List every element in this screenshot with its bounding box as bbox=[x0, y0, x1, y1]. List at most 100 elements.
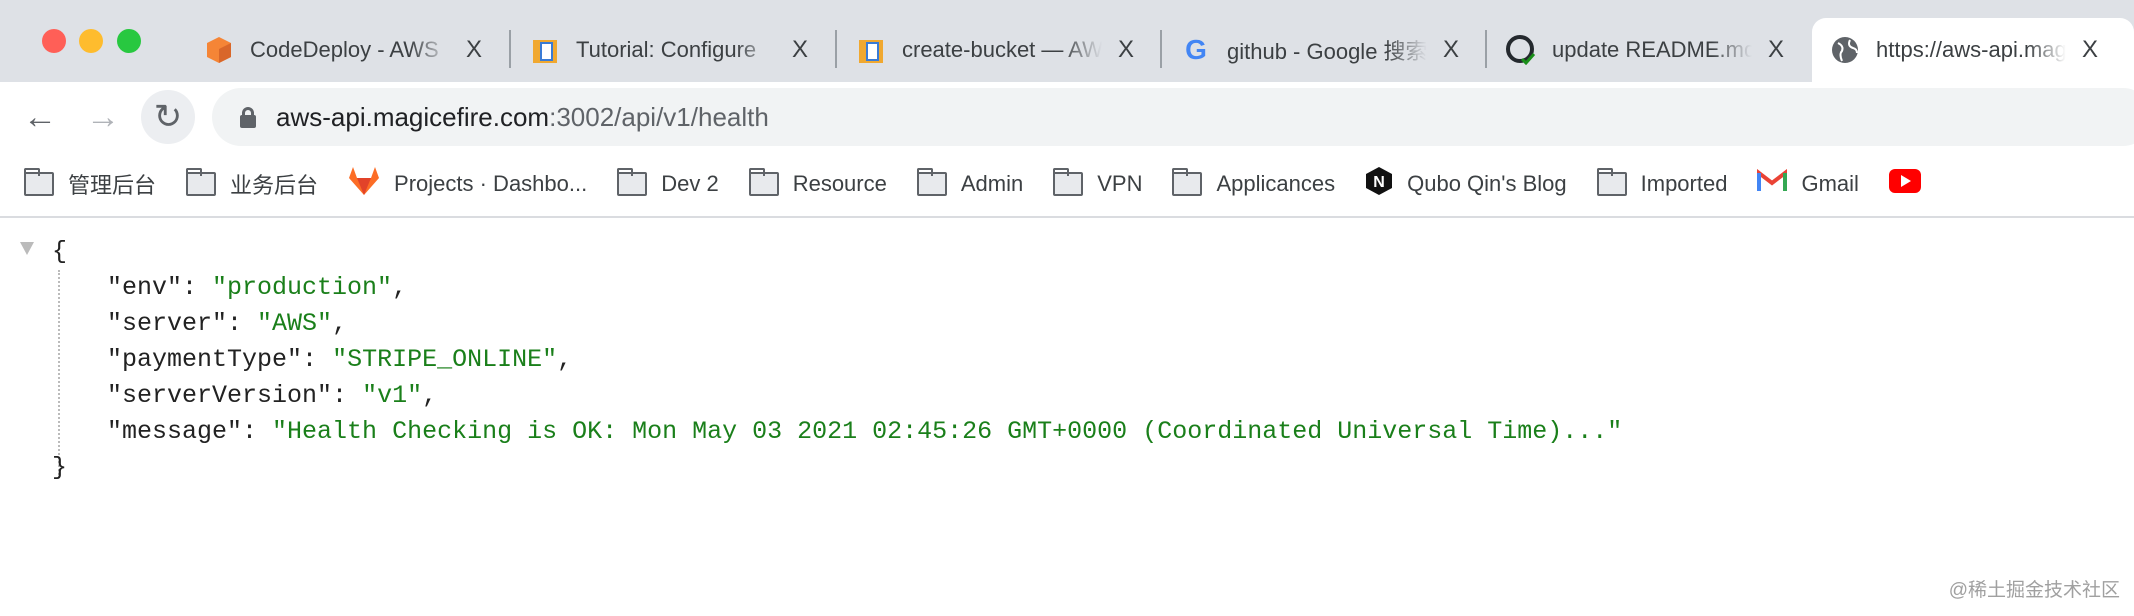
json-value: "Health Checking is OK: Mon May 03 2021 … bbox=[272, 417, 1623, 446]
tab-separator bbox=[1485, 30, 1487, 68]
json-key: "server" bbox=[107, 309, 228, 338]
tab-title: github - Google 搜索 bbox=[1227, 39, 1427, 64]
aws-docs-icon bbox=[530, 35, 560, 65]
indent-guide bbox=[58, 270, 60, 478]
json-key: "message" bbox=[107, 417, 243, 446]
json-comma: , bbox=[332, 309, 348, 338]
bookmark-gmail[interactable]: Gmail bbox=[1757, 168, 1859, 199]
address-bar[interactable]: aws-api.magicefire.com:3002/api/v1/healt… bbox=[212, 88, 2134, 146]
close-tab-button[interactable]: X bbox=[2078, 36, 2102, 64]
json-close-brace: } bbox=[52, 453, 68, 482]
url-host: aws-api.magicefire.com bbox=[276, 101, 550, 132]
bookmark-youtube[interactable] bbox=[1888, 169, 1921, 199]
json-colon: : bbox=[242, 417, 273, 446]
bookmark-label: Projects · Dashbo... bbox=[394, 171, 588, 196]
json-comma: , bbox=[557, 345, 573, 374]
close-tab-button[interactable]: X bbox=[1114, 36, 1138, 64]
bookmark-folder[interactable]: Resource bbox=[748, 168, 887, 197]
json-entry-serverversion: "serverVersion": "v1", bbox=[107, 378, 437, 414]
folder-icon bbox=[1053, 168, 1084, 196]
close-tab-button[interactable]: X bbox=[1439, 36, 1463, 64]
json-value: "AWS" bbox=[257, 309, 333, 338]
tab-create-bucket[interactable]: create-bucket — AWS X bbox=[838, 18, 1156, 82]
bookmark-folder[interactable]: Imported bbox=[1596, 168, 1728, 197]
bookmark-label: Dev 2 bbox=[661, 171, 719, 196]
tab-title: CodeDeploy - AWS bbox=[250, 37, 439, 62]
google-icon: G bbox=[1185, 34, 1207, 65]
svg-text:N: N bbox=[1373, 174, 1385, 191]
aws-codedeploy-icon bbox=[204, 35, 234, 65]
json-open-brace: { bbox=[52, 237, 68, 266]
json-colon: : bbox=[332, 381, 363, 410]
bookmark-folder[interactable]: Dev 2 bbox=[617, 168, 719, 197]
json-colon: : bbox=[182, 273, 213, 302]
bookmark-label: Resource bbox=[792, 171, 887, 196]
bookmark-folder[interactable]: 业务后台 bbox=[186, 168, 318, 200]
folder-icon bbox=[186, 168, 217, 196]
tab-google-search[interactable]: G github - Google 搜索 X bbox=[1163, 18, 1481, 82]
bookmark-folder[interactable]: VPN bbox=[1053, 168, 1142, 197]
close-window-button[interactable] bbox=[42, 29, 66, 53]
json-entry-message: "message": "Health Checking is OK: Mon M… bbox=[107, 414, 1622, 450]
folder-icon bbox=[748, 168, 779, 196]
json-comma: , bbox=[422, 381, 438, 410]
tab-active-health[interactable]: https://aws-api.magicefire.com X bbox=[1812, 18, 2134, 82]
lock-icon[interactable] bbox=[240, 107, 256, 128]
github-icon bbox=[1506, 35, 1536, 65]
gitlab-icon bbox=[348, 166, 380, 202]
folder-icon bbox=[1596, 168, 1627, 196]
tab-title: https://aws-api.magicefire.com bbox=[1876, 37, 2066, 62]
close-tab-button[interactable]: X bbox=[462, 36, 486, 64]
bookmark-label: 管理后台 bbox=[68, 173, 157, 198]
close-tab-button[interactable]: X bbox=[1764, 36, 1788, 64]
globe-icon bbox=[1830, 35, 1860, 65]
minimize-window-button[interactable] bbox=[79, 29, 103, 53]
notion-n-icon: N bbox=[1365, 166, 1393, 202]
tab-codedeploy[interactable]: CodeDeploy - AWS X bbox=[186, 18, 504, 82]
bookmark-label: Imported bbox=[1640, 171, 1728, 196]
json-entry-env: "env": "production", bbox=[107, 270, 407, 306]
bookmark-folder[interactable]: Applicances bbox=[1172, 168, 1336, 197]
json-entry-paymenttype: "paymentType": "STRIPE_ONLINE", bbox=[107, 342, 572, 378]
folder-icon bbox=[916, 168, 947, 196]
close-tab-button[interactable]: X bbox=[788, 36, 812, 64]
folder-icon bbox=[617, 168, 648, 196]
watermark: @稀土掘金技术社区 bbox=[1948, 580, 2120, 601]
forward-arrow-icon: → bbox=[86, 97, 120, 136]
reload-icon: ↻ bbox=[153, 98, 183, 136]
back-button[interactable]: ← bbox=[13, 90, 67, 144]
json-value: "v1" bbox=[362, 381, 423, 410]
bookmark-folder[interactable]: 管理后台 bbox=[24, 168, 156, 200]
tab-title: create-bucket — AWS bbox=[902, 37, 1102, 62]
json-key: "serverVersion" bbox=[107, 381, 333, 410]
tab-separator bbox=[1160, 30, 1162, 68]
reload-button[interactable]: ↻ bbox=[141, 90, 195, 144]
json-key: "paymentType" bbox=[107, 345, 303, 374]
tab-separator bbox=[835, 30, 837, 68]
bookmark-folder[interactable]: Admin bbox=[916, 168, 1024, 197]
tab-tutorial[interactable]: Tutorial: Configure X bbox=[512, 18, 830, 82]
collapse-toggle-icon[interactable] bbox=[20, 242, 34, 255]
json-comma: , bbox=[392, 273, 408, 302]
json-colon: : bbox=[227, 309, 258, 338]
bookmarks-bar: 管理后台 业务后台 Projects · Dashbo... Dev 2 Res… bbox=[0, 152, 2134, 218]
json-colon: : bbox=[302, 345, 333, 374]
tab-bar: CodeDeploy - AWS X Tutorial: Configure X… bbox=[0, 0, 2134, 82]
forward-button[interactable]: → bbox=[76, 90, 130, 144]
bookmark-label: Applicances bbox=[1216, 171, 1336, 196]
json-key: "env" bbox=[107, 273, 183, 302]
maximize-window-button[interactable] bbox=[117, 29, 141, 53]
bookmark-label: 业务后台 bbox=[230, 173, 319, 198]
url-path: :3002/api/v1/health bbox=[549, 101, 769, 132]
json-entry-server: "server": "AWS", bbox=[107, 306, 347, 342]
tab-title: update README.md bbox=[1552, 37, 1752, 62]
bookmark-label: Admin bbox=[960, 171, 1024, 196]
bookmark-blog[interactable]: N Qubo Qin's Blog bbox=[1365, 166, 1567, 202]
bookmark-label: Qubo Qin's Blog bbox=[1407, 171, 1567, 196]
folder-icon bbox=[24, 168, 54, 196]
youtube-icon bbox=[1888, 169, 1921, 199]
aws-docs-icon bbox=[856, 35, 886, 65]
bookmark-gitlab[interactable]: Projects · Dashbo... bbox=[348, 166, 587, 202]
tab-github[interactable]: update README.md X bbox=[1488, 18, 1806, 82]
gmail-icon bbox=[1757, 168, 1788, 199]
